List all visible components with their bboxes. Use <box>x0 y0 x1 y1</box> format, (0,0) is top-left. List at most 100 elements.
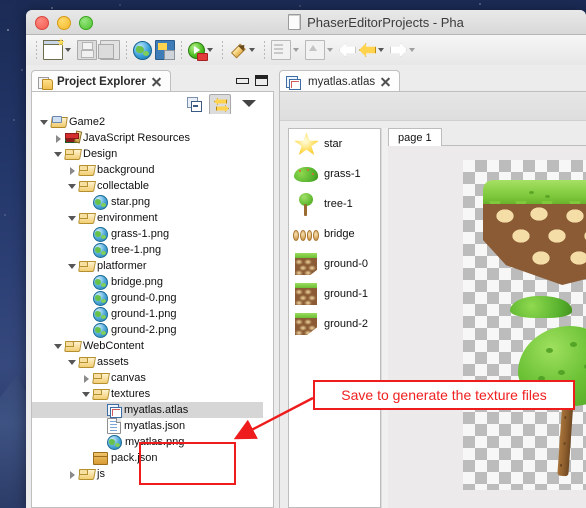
twisty-open-icon[interactable] <box>66 178 79 194</box>
tree-item-assets[interactable]: assets <box>32 354 273 370</box>
asset-label: ground-0 <box>324 258 369 270</box>
web-server-icon <box>155 40 175 60</box>
tab-myatlas-atlas[interactable]: myatlas.atlas <box>279 70 401 93</box>
list-item[interactable]: tree-1 <box>289 189 380 219</box>
tree-item-grass-1-png[interactable]: grass-1.png <box>32 226 273 242</box>
atlas-canvas[interactable] <box>388 146 586 508</box>
view-menu-button[interactable] <box>241 95 259 112</box>
tree-item-js[interactable]: js <box>32 466 273 482</box>
close-icon[interactable] <box>380 77 391 88</box>
toolbar-save-button[interactable] <box>76 38 98 62</box>
chevron-down-icon[interactable] <box>293 48 299 52</box>
twisty-open-icon[interactable] <box>66 210 79 226</box>
chevron-down-icon[interactable] <box>378 48 384 52</box>
toolbar-separator <box>264 41 265 59</box>
folder-icon <box>93 387 108 401</box>
twisty-closed-icon[interactable] <box>66 162 79 178</box>
list-item[interactable]: star <box>289 129 380 159</box>
list-item[interactable]: ground-1 <box>289 279 380 309</box>
tree-item-bridge-png[interactable]: bridge.png <box>32 274 273 290</box>
tree-item-label: platformer <box>97 260 147 272</box>
json-icon <box>107 418 121 434</box>
tree-item-textures[interactable]: textures <box>32 386 273 402</box>
twisty-open-icon[interactable] <box>66 354 79 370</box>
minimize-view-icon[interactable] <box>235 75 249 86</box>
tree-item-label: environment <box>97 212 158 224</box>
folder-icon <box>79 467 94 481</box>
tree-item-design[interactable]: Design <box>32 146 273 162</box>
tree-item-label: ground-2.png <box>111 324 177 336</box>
folder-icon <box>65 339 80 353</box>
project-explorer-frame: Game2 JavaScript Resources Design backgroun… <box>31 91 274 508</box>
window-titlebar: PhaserEditorProjects - Pha <box>26 10 586 35</box>
toolbar-edit-button[interactable] <box>228 38 259 62</box>
tree-item-ground-1-png[interactable]: ground-1.png <box>32 306 273 322</box>
tree-item-myatlas-json[interactable]: myatlas.json <box>32 418 273 434</box>
atlas-asset-list[interactable]: star grass-1 tree-1 bridge ground-0 grou… <box>288 128 381 508</box>
tab-page-1[interactable]: page 1 <box>388 128 442 147</box>
tab-project-explorer[interactable]: Project Explorer <box>31 70 171 93</box>
twisty-closed-icon[interactable] <box>66 466 79 482</box>
twisty-open-icon[interactable] <box>80 386 93 402</box>
chevron-down-icon[interactable] <box>327 48 333 52</box>
toolbar-export-button[interactable] <box>304 38 337 62</box>
link-with-editor-button[interactable] <box>209 94 231 115</box>
twisty-open-icon[interactable] <box>66 258 79 274</box>
ground-0-sprite[interactable] <box>483 180 586 290</box>
toolbar-new-file-button[interactable] <box>42 38 75 62</box>
new-file-icon <box>43 40 63 60</box>
image-icon <box>93 242 108 258</box>
chevron-down-icon[interactable] <box>65 48 71 52</box>
tree-item-myatlas-atlas[interactable]: myatlas.atlas <box>32 402 273 418</box>
chevron-down-icon[interactable] <box>207 48 213 52</box>
twisty-closed-icon[interactable] <box>52 130 65 146</box>
list-item[interactable]: ground-0 <box>289 249 380 279</box>
twisty-open-icon[interactable] <box>52 146 65 162</box>
toolbar-new-javascript-button[interactable] <box>270 38 303 62</box>
tree-item-javascript-resources[interactable]: JavaScript Resources <box>32 130 273 146</box>
tree-item-canvas[interactable]: canvas <box>32 370 273 386</box>
tree-item-game2[interactable]: Game2 <box>32 114 273 130</box>
tree-item-ground-0-png[interactable]: ground-0.png <box>32 290 273 306</box>
project-tree[interactable]: Game2 JavaScript Resources Design backgroun… <box>32 114 273 507</box>
tree-1-sprite[interactable] <box>518 326 586 481</box>
list-item[interactable]: grass-1 <box>289 159 380 189</box>
document-gray-icon <box>271 40 291 60</box>
tree-item-pack-json[interactable]: pack.json <box>32 450 273 466</box>
tree-sprite-icon <box>293 191 319 217</box>
collapse-all-button[interactable] <box>187 95 205 112</box>
tree-item-ground-2-png[interactable]: ground-2.png <box>32 322 273 338</box>
page-tabrow: page 1 <box>388 128 586 147</box>
toolbar-open-browser-button[interactable] <box>132 38 153 62</box>
toolbar-run-button[interactable] <box>187 38 217 62</box>
tree-item-myatlas-png[interactable]: myatlas.png <box>32 434 273 450</box>
tree-item-background[interactable]: background <box>32 162 273 178</box>
close-icon[interactable] <box>151 77 162 88</box>
toolbar-back-button[interactable] <box>338 38 357 62</box>
twisty-open-icon[interactable] <box>38 114 51 130</box>
list-item[interactable]: bridge <box>289 219 380 249</box>
folder-icon <box>79 355 94 369</box>
project-tree-scrollbar[interactable] <box>263 114 273 507</box>
tree-item-environment[interactable]: environment <box>32 210 273 226</box>
toolbar-web-server-button[interactable] <box>154 38 176 62</box>
chevron-down-icon[interactable] <box>409 48 415 52</box>
toolbar-separator <box>36 41 37 59</box>
tree-item-star-png[interactable]: star.png <box>32 194 273 210</box>
tree-item-webcontent[interactable]: WebContent <box>32 338 273 354</box>
toolbar-next-button[interactable] <box>389 38 419 62</box>
ground0-sprite-icon <box>293 251 319 277</box>
atlas-icon <box>107 403 122 418</box>
maximize-view-icon[interactable] <box>255 75 268 86</box>
twisty-closed-icon[interactable] <box>80 370 93 386</box>
grass-sprite-canvas[interactable] <box>510 296 572 318</box>
toolbar-previous-button[interactable] <box>358 38 388 62</box>
twisty-open-icon[interactable] <box>52 338 65 354</box>
toolbar-save-all-button[interactable] <box>98 38 121 62</box>
tree-item-platformer[interactable]: platformer <box>32 258 273 274</box>
list-item[interactable]: ground-2 <box>289 309 380 339</box>
tree-item-tree-1-png[interactable]: tree-1.png <box>32 242 273 258</box>
tree-item-collectable[interactable]: collectable <box>32 178 273 194</box>
